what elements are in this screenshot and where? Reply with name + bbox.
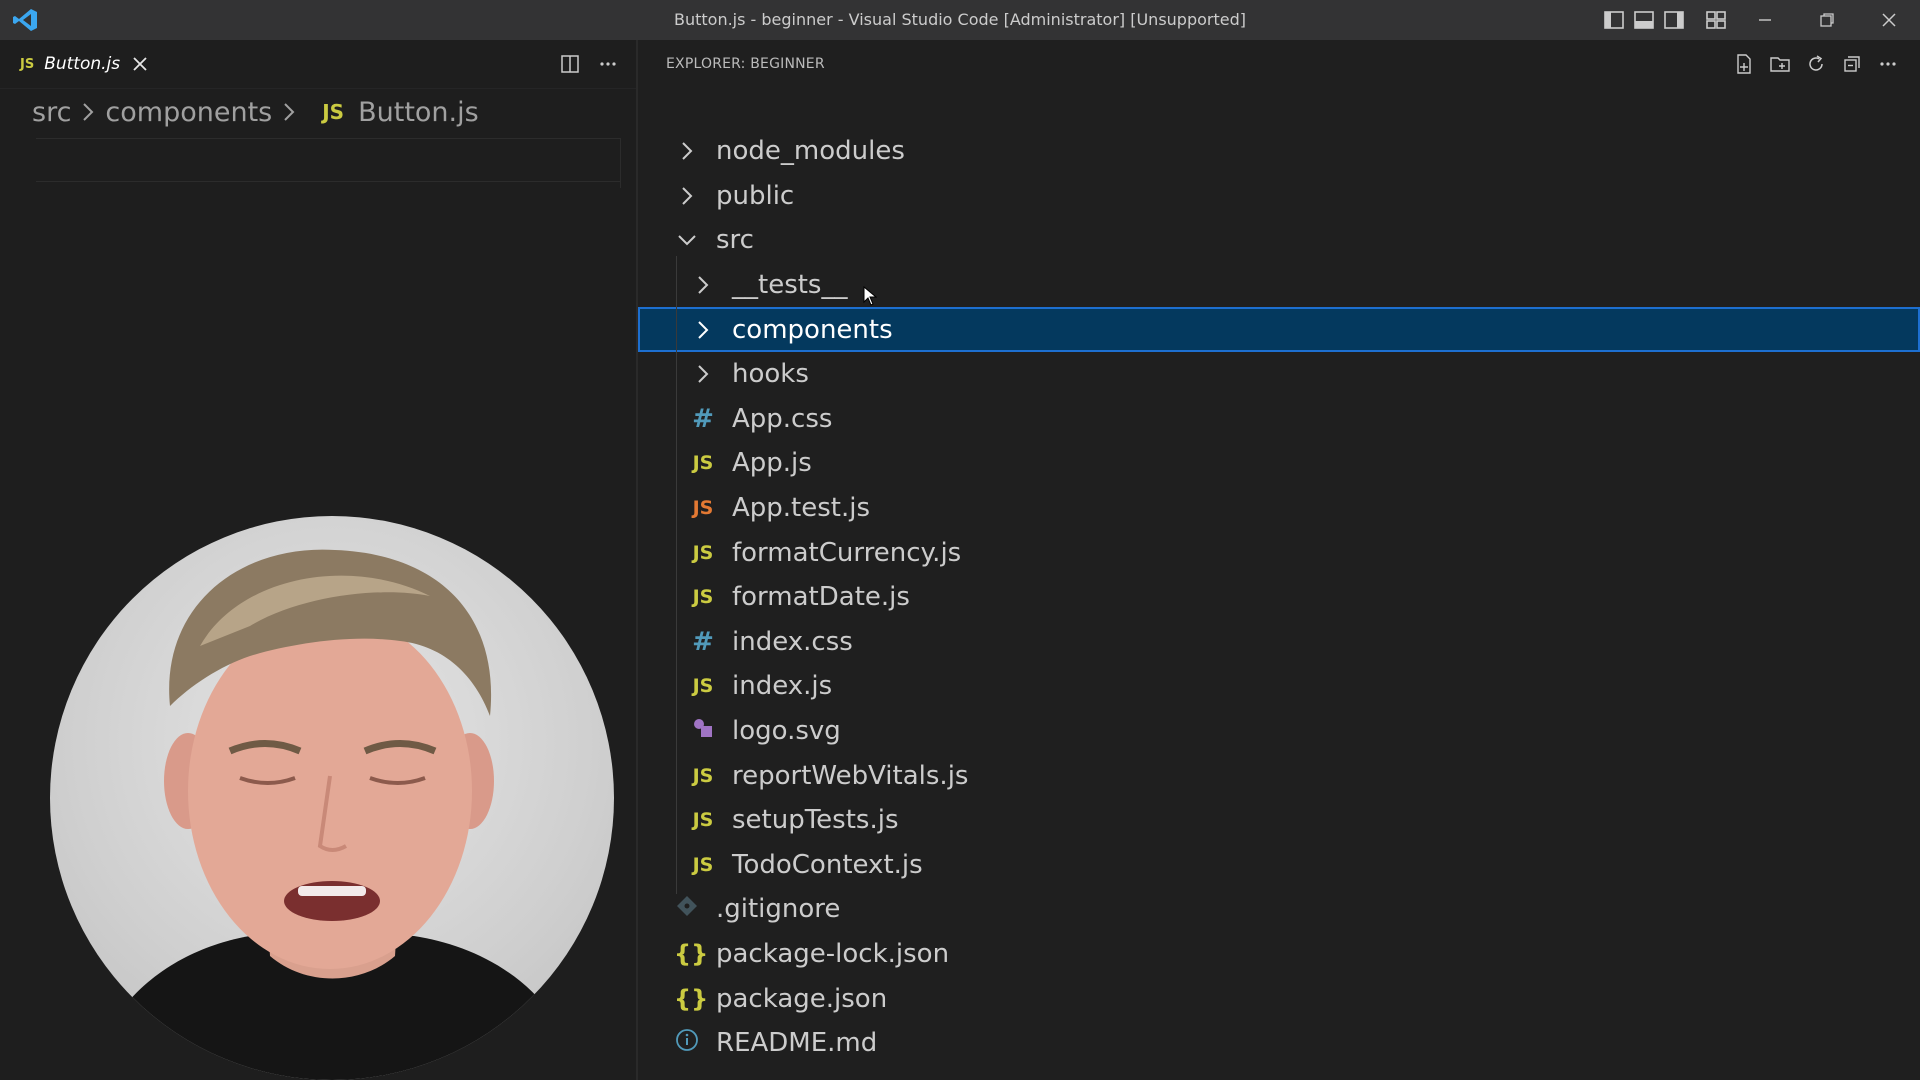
- explorer-panel: EXPLORER: BEGINNER node_modules public s…: [638, 40, 1920, 1080]
- tab-label: Button.js: [44, 54, 121, 74]
- json-file-icon: {}: [674, 984, 709, 1013]
- tree-item-package-json[interactable]: {} package.json: [638, 976, 1920, 1021]
- tree-item-label: App.test.js: [732, 493, 871, 524]
- js-file-icon: JS: [20, 56, 35, 72]
- tab-bar: JS Button.js: [0, 40, 638, 89]
- js-file-icon: JS: [322, 100, 345, 124]
- tree-item-format-currency-js[interactable]: JS formatCurrency.js: [638, 530, 1920, 575]
- chevron-right-icon: [698, 276, 709, 294]
- tree-item-label: src: [716, 225, 754, 256]
- editor-divider: [620, 138, 621, 188]
- split-editor-icon[interactable]: [558, 52, 582, 76]
- tree-item-index-css[interactable]: # index.css: [638, 620, 1920, 665]
- tree-item-app-test-js[interactable]: JS App.test.js: [638, 486, 1920, 531]
- tree-item-package-lock-json[interactable]: {} package-lock.json: [638, 932, 1920, 977]
- tree-item-src[interactable]: src: [638, 218, 1920, 263]
- tree-item-tests[interactable]: __tests__: [638, 263, 1920, 308]
- tree-item-label: index.js: [732, 671, 833, 702]
- tree-item-label: hooks: [732, 359, 809, 390]
- git-file-icon: [674, 894, 700, 925]
- chevron-down-icon: [678, 235, 696, 246]
- tree-item-label: reportWebVitals.js: [732, 760, 969, 791]
- tree-item-label: __tests__: [732, 270, 848, 301]
- restore-icon[interactable]: [1804, 4, 1850, 36]
- css-file-icon: #: [692, 626, 714, 657]
- tree-item-label: node_modules: [716, 136, 905, 167]
- breadcrumb-file[interactable]: Button.js: [358, 97, 479, 128]
- tree-item-label: App.js: [732, 448, 812, 479]
- info-file-icon: [674, 1028, 700, 1059]
- tree-item-components[interactable]: components: [638, 307, 1920, 352]
- tree-item-todo-context-js[interactable]: JS TodoContext.js: [638, 843, 1920, 888]
- tree-item-node-modules[interactable]: node_modules: [638, 129, 1920, 174]
- css-file-icon: #: [692, 403, 714, 434]
- tree-item-logo-svg[interactable]: logo.svg: [638, 709, 1920, 754]
- js-file-icon: JS: [692, 675, 714, 698]
- breadcrumb-components[interactable]: components: [105, 97, 272, 128]
- chevron-right-icon: [682, 142, 693, 161]
- tree-item-index-js[interactable]: JS index.js: [638, 664, 1920, 709]
- tree-item-label: index.css: [732, 626, 853, 657]
- breadcrumb: src components JS Button.js: [32, 92, 479, 132]
- tree-item-gitignore[interactable]: .gitignore: [638, 887, 1920, 932]
- tree-item-label: package.json: [716, 983, 888, 1014]
- svg-file-icon: [690, 716, 716, 747]
- chevron-right-icon: [284, 103, 295, 121]
- close-window-icon[interactable]: [1866, 4, 1912, 36]
- new-file-icon[interactable]: [1732, 52, 1756, 76]
- title-bar: Button.js - beginner - Visual Studio Cod…: [0, 0, 1920, 40]
- breadcrumb-src[interactable]: src: [32, 97, 71, 128]
- more-icon[interactable]: [1876, 52, 1900, 76]
- js-file-icon: JS: [692, 586, 714, 609]
- js-test-file-icon: JS: [692, 497, 714, 520]
- tree-item-readme-md[interactable]: README.md: [638, 1021, 1920, 1066]
- chevron-right-icon: [698, 320, 709, 339]
- editor-current-line[interactable]: [36, 138, 620, 182]
- more-actions-icon[interactable]: [596, 52, 620, 76]
- editor-group: JS Button.js src components JS Button.js: [0, 40, 638, 1080]
- tree-item-format-date-js[interactable]: JS formatDate.js: [638, 575, 1920, 620]
- new-folder-icon[interactable]: [1768, 52, 1792, 76]
- toggle-primary-sidebar-icon[interactable]: [1602, 8, 1626, 32]
- tree-item-label: App.css: [732, 403, 833, 434]
- js-file-icon: JS: [692, 809, 714, 832]
- collapse-all-icon[interactable]: [1840, 52, 1864, 76]
- refresh-icon[interactable]: [1804, 52, 1828, 76]
- tree-item-hooks[interactable]: hooks: [638, 352, 1920, 397]
- chevron-right-icon: [83, 103, 94, 121]
- minimize-icon[interactable]: [1742, 4, 1788, 36]
- tree-item-label: .gitignore: [716, 894, 841, 925]
- tree-item-label: formatDate.js: [732, 582, 910, 613]
- tree-item-label: formatCurrency.js: [732, 537, 962, 568]
- tab-button-js[interactable]: JS Button.js: [0, 40, 162, 88]
- tree-item-setup-tests-js[interactable]: JS setupTests.js: [638, 798, 1920, 843]
- toggle-panel-icon[interactable]: [1632, 8, 1656, 32]
- json-file-icon: {}: [674, 939, 709, 968]
- tree-item-label: TodoContext.js: [732, 849, 923, 880]
- chevron-right-icon: [698, 365, 709, 383]
- tree-item-label: components: [732, 314, 893, 345]
- js-file-icon: JS: [692, 541, 714, 564]
- customize-layout-icon[interactable]: [1704, 8, 1728, 32]
- js-file-icon: JS: [692, 853, 714, 876]
- chevron-right-icon: [682, 187, 693, 205]
- tree-item-label: setupTests.js: [732, 805, 899, 836]
- tree-item-label: logo.svg: [732, 716, 841, 747]
- tree-item-app-css[interactable]: # App.css: [638, 397, 1920, 442]
- file-tree: node_modules public src __tests__ compon…: [638, 129, 1920, 1065]
- tree-item-report-web-vitals-js[interactable]: JS reportWebVitals.js: [638, 753, 1920, 798]
- close-icon[interactable]: [130, 54, 150, 74]
- tree-item-public[interactable]: public: [638, 174, 1920, 219]
- tree-item-label: README.md: [716, 1028, 878, 1059]
- js-file-icon: JS: [692, 452, 714, 475]
- tree-item-app-js[interactable]: JS App.js: [638, 441, 1920, 486]
- tree-item-label: package-lock.json: [716, 938, 950, 969]
- webcam-overlay: [50, 516, 614, 1080]
- js-file-icon: JS: [692, 764, 714, 787]
- explorer-title: EXPLORER: BEGINNER: [666, 56, 825, 72]
- indent-guide: [676, 256, 677, 894]
- toggle-secondary-sidebar-icon[interactable]: [1662, 8, 1686, 32]
- mouse-pointer-icon: [863, 285, 878, 306]
- tree-item-label: public: [716, 180, 795, 211]
